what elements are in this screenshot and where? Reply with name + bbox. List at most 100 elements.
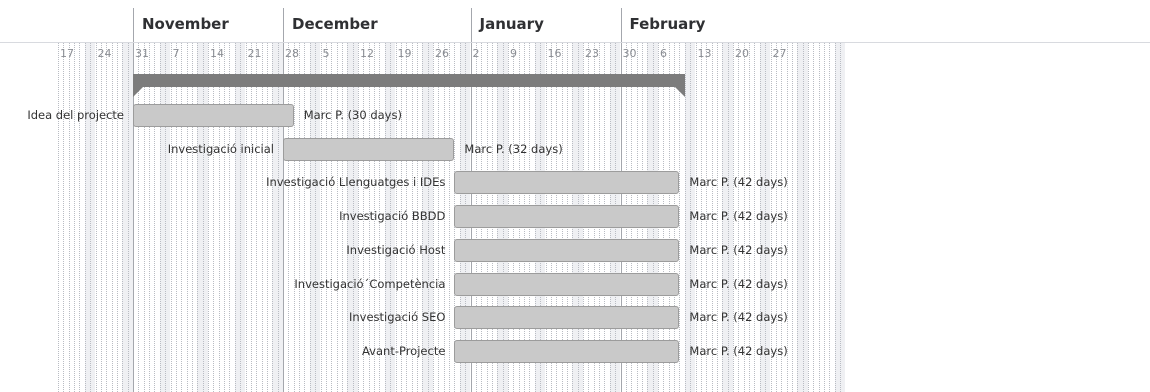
month-divider xyxy=(470,8,472,392)
gantt-chart: November December January February 17 24 31 7 14… xyxy=(0,0,1150,392)
task-assignee-duration: Marc P. (42 days) xyxy=(689,242,788,257)
day-gridline xyxy=(224,43,226,392)
week-day-label: 27 xyxy=(772,47,787,60)
day-gridline xyxy=(272,43,274,392)
day-gridline xyxy=(824,43,826,392)
day-gridline xyxy=(325,43,327,392)
task-assignee-duration: Marc P. (42 days) xyxy=(689,175,788,190)
day-gridline xyxy=(684,43,686,392)
week-day-label: 20 xyxy=(735,47,749,60)
summary-bar-end-cap xyxy=(674,87,685,97)
day-gridline xyxy=(840,43,842,392)
task-bar[interactable] xyxy=(454,339,680,363)
day-gridline xyxy=(208,43,209,392)
day-gridline xyxy=(84,43,86,392)
day-gridline xyxy=(320,43,322,392)
summary-bar[interactable] xyxy=(133,74,685,87)
week-day-label: 16 xyxy=(547,47,562,60)
day-gridline xyxy=(106,43,108,392)
day-gridline xyxy=(288,43,290,392)
week-day-label: 21 xyxy=(247,47,262,60)
task-name-label: Investigació inicial xyxy=(167,141,274,156)
day-gridline xyxy=(202,43,204,392)
task-bar[interactable] xyxy=(454,272,680,296)
task-bar[interactable] xyxy=(454,171,680,195)
task-bar[interactable] xyxy=(283,137,455,161)
task-bar[interactable] xyxy=(454,205,680,229)
day-gridline xyxy=(58,43,59,392)
day-gridline xyxy=(63,43,65,392)
day-gridline xyxy=(304,43,306,392)
day-gridline xyxy=(266,43,268,392)
day-gridline xyxy=(197,43,199,392)
task-bar[interactable] xyxy=(133,104,294,127)
day-gridline xyxy=(111,43,113,392)
day-gridline xyxy=(90,43,92,392)
week-day-label: 5 xyxy=(322,47,330,60)
task-assignee-duration: Marc P. (32 days) xyxy=(464,141,563,156)
task-name-label: Investigació SEO xyxy=(348,310,446,325)
day-gridline xyxy=(261,43,263,392)
day-gridline xyxy=(127,43,129,392)
header-separator xyxy=(0,42,1150,43)
day-gridline xyxy=(79,43,81,392)
task-assignee-duration: Marc P. (42 days) xyxy=(689,276,788,291)
day-gridline xyxy=(116,43,118,392)
task-name-label: Investigació Llenguatges i IDEs xyxy=(266,175,446,190)
summary-bar-start-cap xyxy=(133,87,143,97)
week-day-label: 30 xyxy=(622,47,637,60)
day-gridline xyxy=(331,43,333,392)
task-name-label: Investigació´Competència xyxy=(294,276,446,291)
week-day-label: 17 xyxy=(60,47,74,60)
week-day-label: 6 xyxy=(660,47,667,60)
day-gridline xyxy=(122,43,124,392)
month-divider xyxy=(283,8,284,392)
day-gridline xyxy=(175,43,177,392)
day-gridline xyxy=(186,43,188,392)
day-gridline xyxy=(797,43,799,392)
day-gridline xyxy=(234,43,236,392)
day-gridline xyxy=(191,43,193,392)
month-label: February xyxy=(629,15,706,33)
week-day-label: 31 xyxy=(135,47,149,60)
day-gridline xyxy=(154,43,156,392)
day-gridline xyxy=(68,43,70,392)
day-gridline xyxy=(229,43,231,392)
task-bar[interactable] xyxy=(454,238,680,262)
day-gridline xyxy=(791,43,793,392)
task-assignee-duration: Marc P. (42 days) xyxy=(689,209,788,224)
day-gridline xyxy=(149,43,151,392)
day-gridline xyxy=(213,43,215,392)
week-day-label: 14 xyxy=(210,47,224,60)
day-gridline xyxy=(181,43,183,392)
day-gridline xyxy=(74,43,76,392)
week-day-label: 23 xyxy=(585,47,599,60)
day-gridline xyxy=(170,43,172,392)
day-gridline xyxy=(315,43,317,392)
day-gridline xyxy=(813,43,815,392)
day-gridline xyxy=(100,43,102,392)
day-gridline xyxy=(336,43,338,392)
day-gridline xyxy=(250,43,252,392)
week-day-label: 7 xyxy=(172,47,180,60)
day-gridline xyxy=(218,43,220,392)
day-gridline xyxy=(293,43,295,392)
month-divider xyxy=(620,8,622,392)
task-name-label: Investigació Host xyxy=(346,242,446,257)
week-day-label: 24 xyxy=(97,47,112,60)
month-divider xyxy=(133,8,134,392)
task-assignee-duration: Marc P. (30 days) xyxy=(303,108,402,122)
day-gridline xyxy=(240,43,242,392)
day-gridline xyxy=(829,43,831,392)
day-gridline xyxy=(449,43,451,392)
day-gridline xyxy=(802,43,804,392)
day-gridline xyxy=(834,43,836,392)
week-day-label: 19 xyxy=(397,47,412,60)
task-assignee-duration: Marc P. (42 days) xyxy=(689,343,788,358)
task-bar[interactable] xyxy=(454,306,680,330)
week-day-label: 9 xyxy=(510,47,517,60)
day-gridline xyxy=(165,43,167,392)
week-day-label: 28 xyxy=(285,47,299,60)
day-gridline xyxy=(277,43,279,392)
task-assignee-duration: Marc P. (42 days) xyxy=(689,310,788,325)
